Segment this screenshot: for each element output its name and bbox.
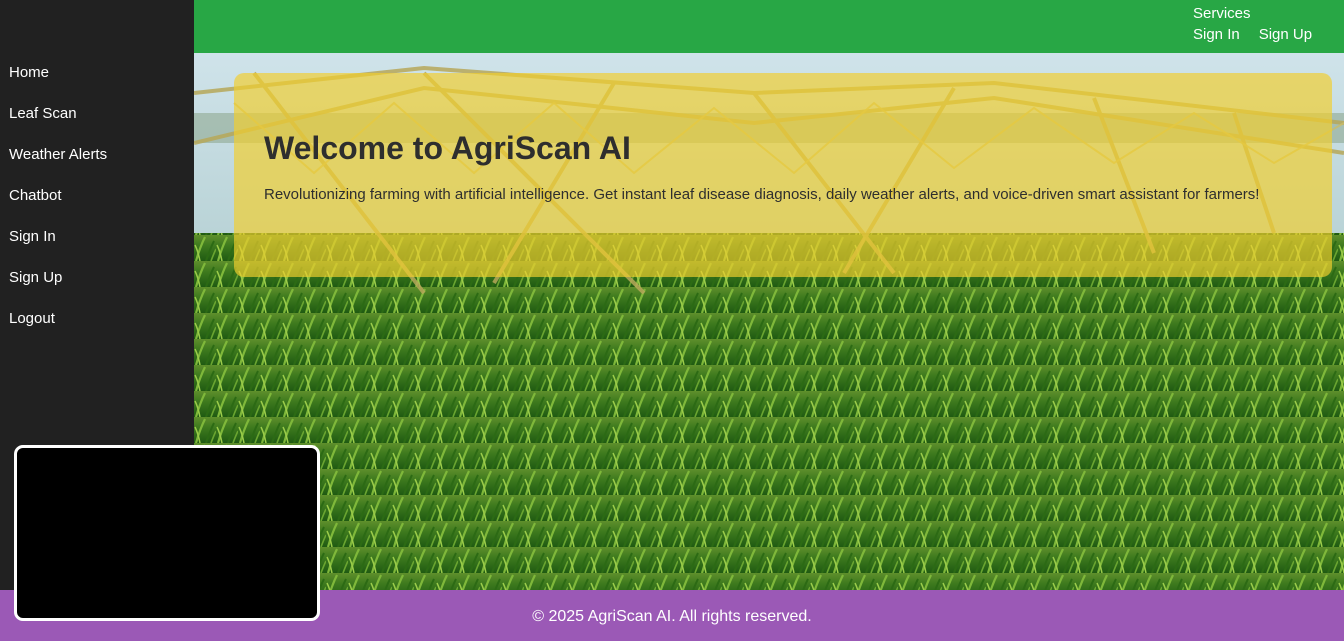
hero-description: Revolutionizing farming with artificial … bbox=[264, 186, 1260, 203]
hero-section: Welcome to AgriScan AI Revolutionizing f… bbox=[194, 53, 1344, 590]
sidebar-item-home[interactable]: Home bbox=[0, 52, 194, 93]
nav-link-sign-in[interactable]: Sign In bbox=[1193, 26, 1240, 43]
footer-copyright: © 2025 AgriScan AI. All rights reserved. bbox=[532, 608, 812, 625]
sidebar-item-chatbot[interactable]: Chatbot bbox=[0, 175, 194, 216]
top-navbar: Services Sign In Sign Up bbox=[194, 0, 1344, 53]
top-nav-links: Services Sign In Sign Up bbox=[1193, 3, 1333, 45]
sidebar-item-weather-alerts[interactable]: Weather Alerts bbox=[0, 134, 194, 175]
nav-link-sign-up[interactable]: Sign Up bbox=[1259, 26, 1312, 43]
sidebar-item-sign-in[interactable]: Sign In bbox=[0, 216, 194, 257]
sidebar-item-leaf-scan[interactable]: Leaf Scan bbox=[0, 93, 194, 134]
sidebar-item-logout[interactable]: Logout bbox=[0, 298, 194, 339]
nav-link-services[interactable]: Services bbox=[1193, 5, 1251, 22]
welcome-card: Welcome to AgriScan AI Revolutionizing f… bbox=[234, 73, 1332, 277]
video-preview[interactable] bbox=[14, 445, 320, 621]
sidebar-item-sign-up[interactable]: Sign Up bbox=[0, 257, 194, 298]
page: Home Leaf Scan Weather Alerts Chatbot Si… bbox=[0, 0, 1344, 641]
hero-title: Welcome to AgriScan AI bbox=[264, 130, 631, 166]
